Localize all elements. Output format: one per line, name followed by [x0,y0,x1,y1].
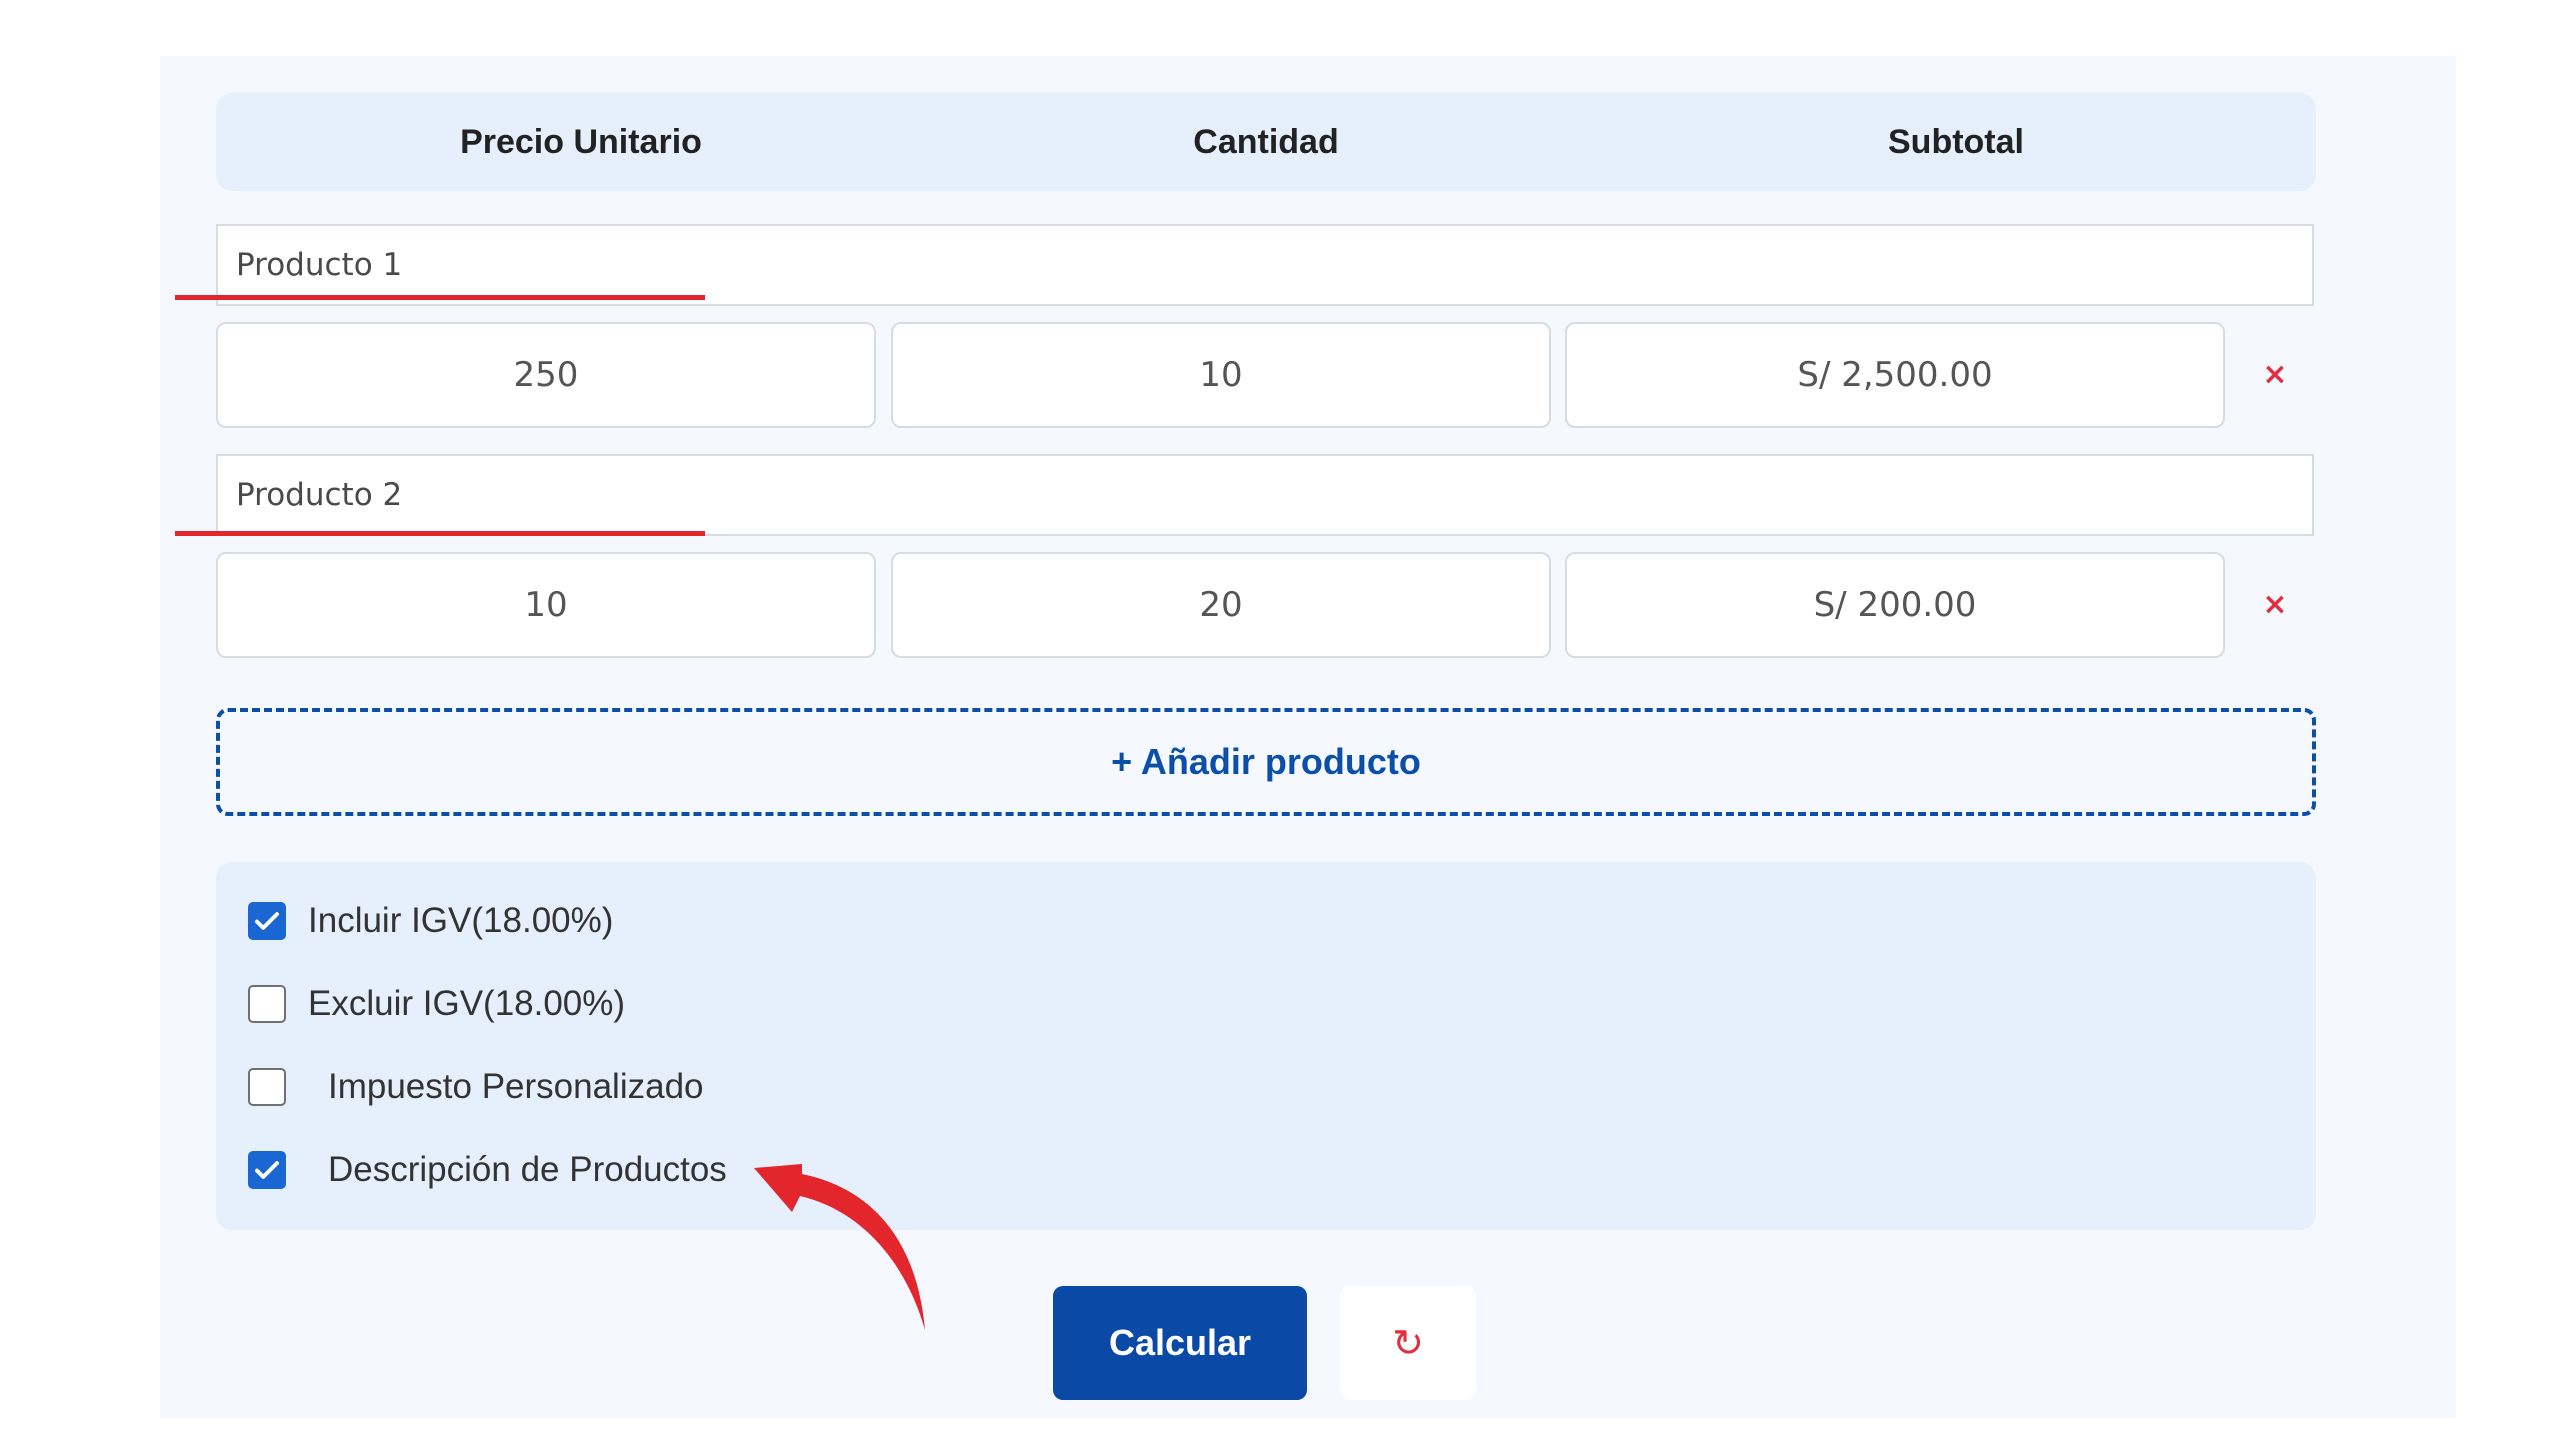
option-label: Incluir IGV(18.00%) [308,901,614,940]
remove-product-icon[interactable]: × [2255,585,2295,625]
quantity-input[interactable]: 10 [891,322,1551,428]
unit-price-input[interactable]: 250 [216,322,876,428]
calculate-button[interactable]: Calcular [1053,1286,1307,1400]
option-label: Impuesto Personalizado [328,1067,704,1106]
product-name-input[interactable]: Producto 1 [216,224,2314,306]
check-icon [255,1161,279,1179]
header-unit-price: Precio Unitario [460,123,702,161]
reset-button[interactable]: ↻ [1340,1286,1476,1400]
header-quantity: Cantidad [1193,123,1339,161]
annotation-arrow-icon [754,1164,925,1330]
option-label: Descripción de Productos [328,1150,727,1189]
checkbox-unchecked[interactable] [248,985,286,1023]
remove-product-icon[interactable]: × [2255,355,2295,395]
option-custom-tax[interactable]: Impuesto Personalizado [248,1062,704,1112]
annotation-underline [175,531,705,536]
checkbox-checked[interactable] [248,1151,286,1189]
option-exclude-igv[interactable]: Excluir IGV(18.00%) [248,979,625,1029]
unit-price-input[interactable]: 10 [216,552,876,658]
option-label: Excluir IGV(18.00%) [308,984,626,1023]
annotation-underline [175,295,705,300]
table-header: Precio Unitario Cantidad Subtotal [216,93,2316,191]
subtotal-field: S/ 200.00 [1565,552,2225,658]
quantity-input[interactable]: 20 [891,552,1551,658]
check-icon [255,912,279,930]
product-name-input[interactable]: Producto 2 [216,454,2314,536]
add-product-button[interactable]: + Añadir producto [216,708,2316,816]
option-include-igv[interactable]: Incluir IGV(18.00%) [248,896,613,946]
options-panel: Incluir IGV(18.00%) Excluir IGV(18.00%) … [216,862,2316,1230]
header-subtotal: Subtotal [1888,123,2024,161]
checkbox-unchecked[interactable] [248,1068,286,1106]
checkbox-checked[interactable] [248,902,286,940]
reset-icon: ↻ [1392,1321,1424,1365]
option-product-description[interactable]: Descripción de Productos [248,1145,727,1195]
subtotal-field: S/ 2,500.00 [1565,322,2225,428]
